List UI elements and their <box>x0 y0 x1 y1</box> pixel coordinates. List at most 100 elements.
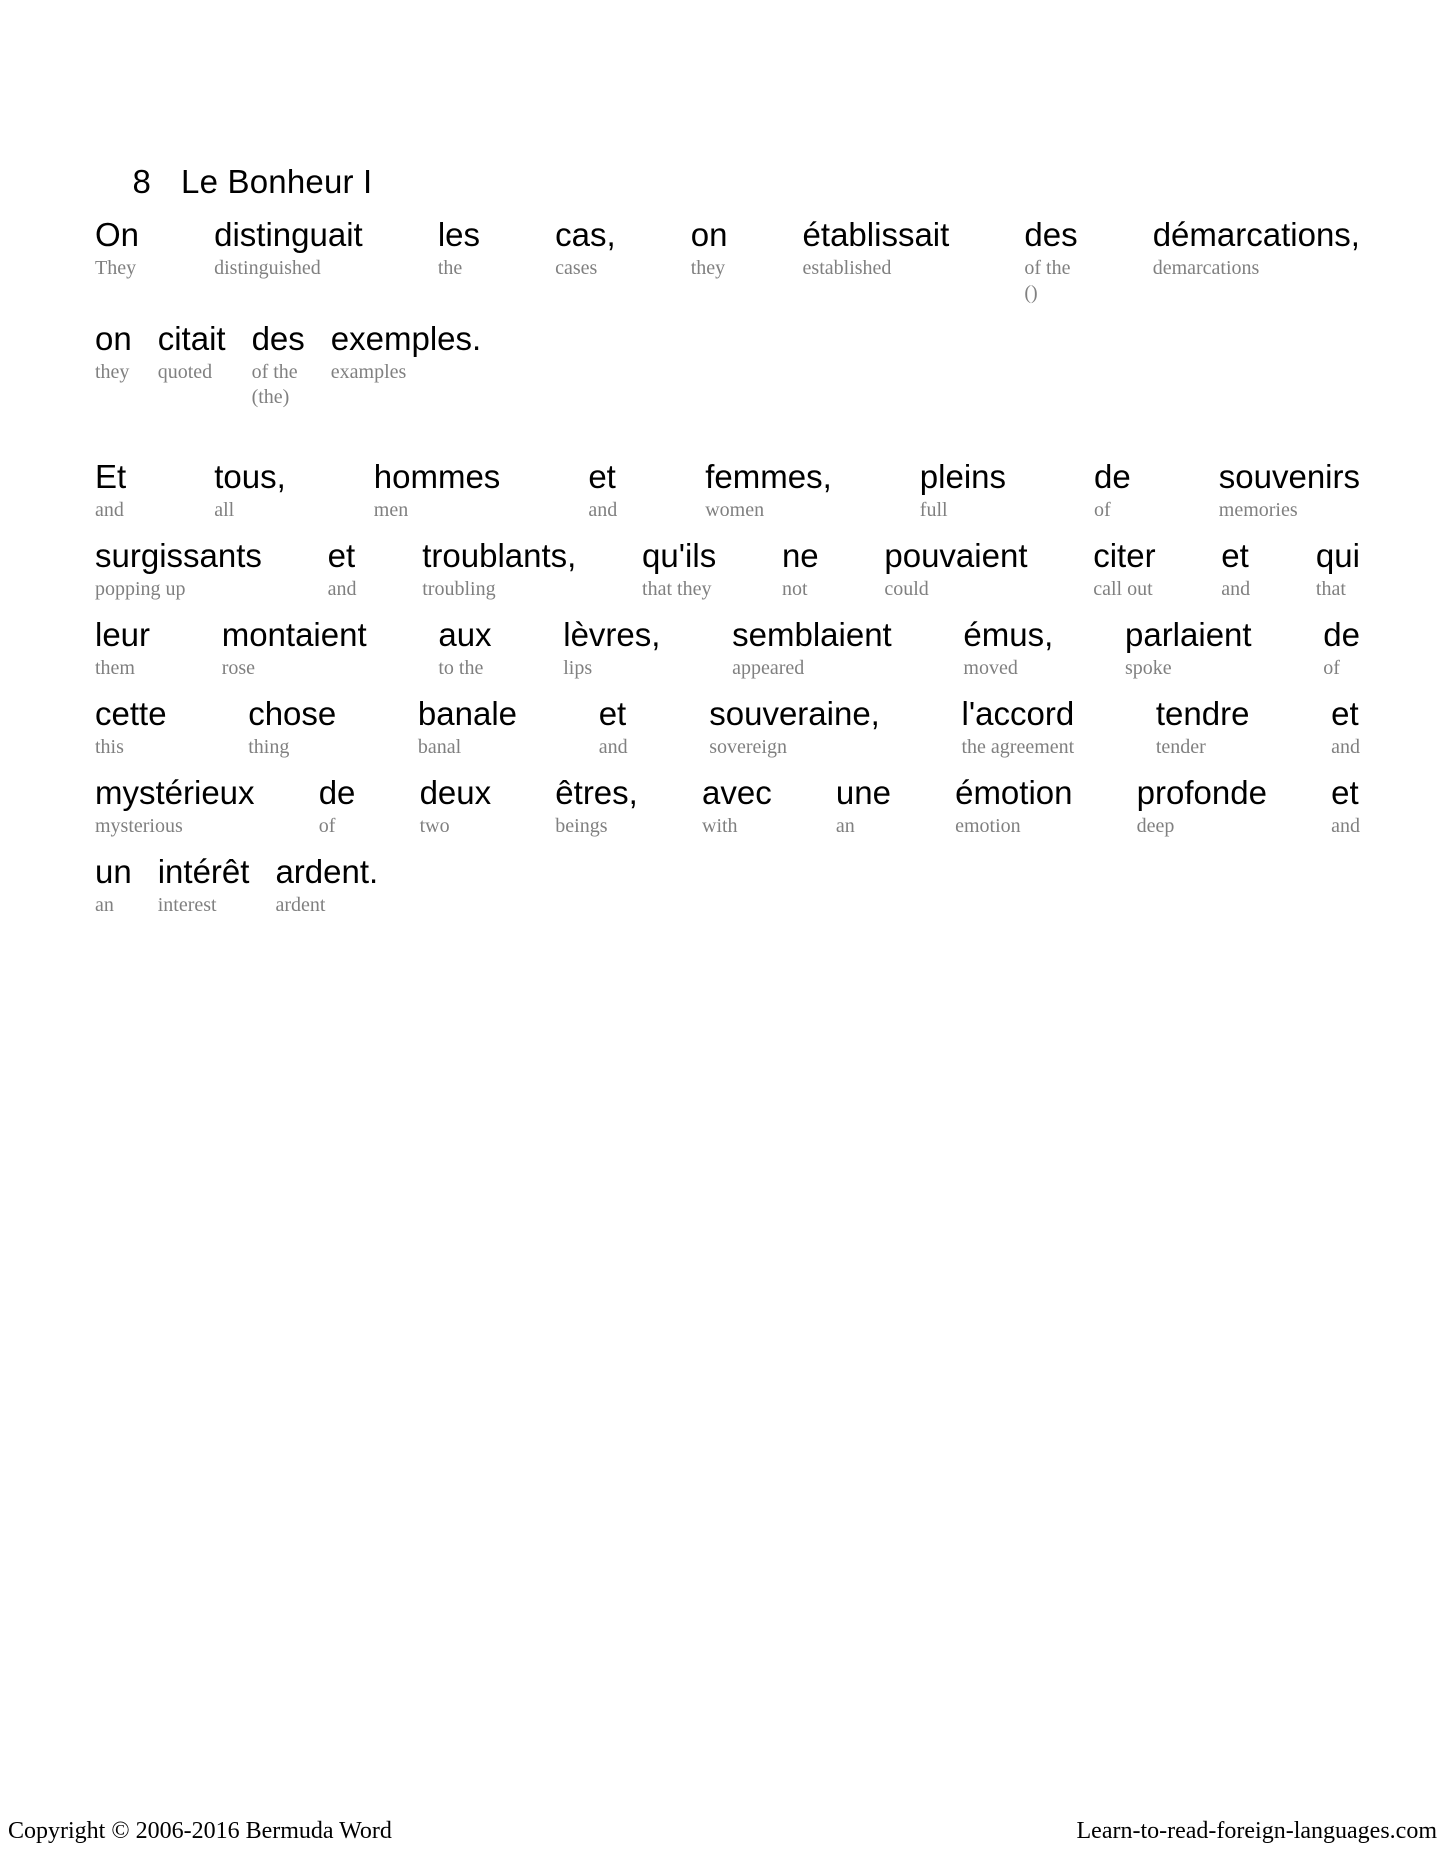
source-word: mystérieux <box>95 774 255 811</box>
source-word: qu'ils <box>642 537 717 574</box>
source-word: distinguait <box>214 216 363 253</box>
gloss-word: to the <box>438 657 484 679</box>
word-pair: tous, all <box>214 458 286 523</box>
word-pair: ardent. ardent <box>275 853 378 918</box>
source-word: troublants, <box>422 537 577 574</box>
gloss-word: that <box>1315 578 1346 600</box>
word-pair: exemples. examples <box>331 320 481 385</box>
interlinear-text-body: On They distinguait distinguished les the cas,… <box>95 216 1360 918</box>
source-word: On <box>95 216 140 253</box>
gloss-word: lips <box>563 657 593 679</box>
interlinear-line: On They distinguait distinguished les the cas,… <box>95 216 1360 306</box>
source-word: leur <box>95 616 151 653</box>
source-word: et <box>1221 537 1249 574</box>
word-pair: qu'ils that they <box>642 537 716 602</box>
gloss-word: demarcations <box>1152 257 1260 279</box>
word-pair: un an <box>95 853 132 918</box>
gloss-word: this <box>95 736 124 758</box>
gloss-word: of the <box>251 361 298 383</box>
gloss-word: two <box>419 815 450 837</box>
word-pair: établissait established <box>803 216 950 281</box>
source-word: citer <box>1093 537 1156 574</box>
source-word: semblaient <box>732 616 892 653</box>
paragraph: Et and tous, all hommes men et and femmes, women p… <box>95 458 1360 918</box>
source-word: et <box>588 458 616 495</box>
word-pair: et and <box>599 695 628 760</box>
source-word: ne <box>781 537 819 574</box>
gloss-word: of <box>1323 657 1340 679</box>
footer-website: Learn-to-read-foreign-languages.com <box>1076 1818 1437 1844</box>
gloss-word: they <box>690 257 726 279</box>
source-word: l'accord <box>961 695 1075 732</box>
source-word: établissait <box>802 216 950 253</box>
source-word: et <box>1331 774 1359 811</box>
gloss-word: They <box>95 257 137 279</box>
source-word: cette <box>95 695 167 732</box>
word-pair: citer call out <box>1093 537 1155 602</box>
source-word: des <box>251 320 305 357</box>
source-word: cas, <box>555 216 616 253</box>
word-pair: ne not <box>782 537 819 602</box>
gloss-word: of <box>1094 499 1111 521</box>
gloss-word: full <box>919 499 948 521</box>
source-word: femmes, <box>705 458 832 495</box>
source-word: lèvres, <box>563 616 661 653</box>
interlinear-line: leur them montaient rose aux to the lèvres, lip… <box>95 616 1360 681</box>
source-word: démarcations, <box>1152 216 1360 253</box>
word-pair: surgissants popping up <box>95 537 262 602</box>
word-pair: et and <box>328 537 357 602</box>
word-pair: les the <box>438 216 480 281</box>
gloss-word: and <box>1331 815 1360 837</box>
source-word: banale <box>417 695 518 732</box>
source-word: exemples. <box>330 320 482 357</box>
interlinear-line: surgissants popping up et and troublants, tro… <box>95 537 1360 602</box>
source-word: chose <box>248 695 337 732</box>
word-pair: parlaient spoke <box>1125 616 1252 681</box>
word-pair: troublants, troubling <box>422 537 576 602</box>
word-pair: profonde deep <box>1137 774 1267 839</box>
word-pair: démarcations, demarcations <box>1153 216 1360 281</box>
word-pair: montaient rose <box>222 616 367 681</box>
gloss-word: deep <box>1136 815 1175 837</box>
source-word: tendre <box>1155 695 1250 732</box>
gloss-word: mysterious <box>95 815 183 837</box>
source-word: pouvaient <box>884 537 1028 574</box>
gloss-word: of <box>318 815 336 837</box>
word-pair: on they <box>95 320 132 385</box>
word-pair: et and <box>1331 695 1360 760</box>
word-pair: cas, cases <box>555 216 616 281</box>
gloss-word: the <box>437 257 463 279</box>
gloss-word: interest <box>157 894 217 916</box>
word-pair: On They <box>95 216 139 281</box>
word-pair: des of the (the) <box>252 320 305 410</box>
source-word: émotion <box>955 774 1073 811</box>
chapter-title: Le Bonheur I <box>181 163 373 200</box>
word-pair: citait quoted <box>158 320 226 385</box>
source-word: de <box>318 774 356 811</box>
document-page: 8 Le Bonheur I On They distinguait distingui… <box>0 0 1445 1867</box>
gloss-word: distinguished <box>214 257 321 279</box>
source-word: montaient <box>221 616 367 653</box>
gloss-word: an <box>95 894 114 916</box>
paragraph: On They distinguait distinguished les the cas,… <box>95 216 1360 410</box>
gloss-word: emotion <box>955 815 1021 837</box>
source-word: ardent. <box>275 853 379 890</box>
word-pair: une an <box>836 774 891 839</box>
gloss-word: cases <box>555 257 598 279</box>
word-pair: deux two <box>420 774 492 839</box>
source-word: souvenirs <box>1218 458 1360 495</box>
source-word: on <box>95 320 132 357</box>
gloss-word: spoke <box>1124 657 1172 679</box>
gloss-word: thing <box>248 736 290 758</box>
source-word: un <box>95 853 132 890</box>
word-pair: chose thing <box>248 695 336 760</box>
source-word: intérêt <box>157 853 250 890</box>
source-word: émus, <box>963 616 1054 653</box>
word-pair: distinguait distinguished <box>214 216 363 281</box>
word-pair: avec with <box>702 774 772 839</box>
word-pair: êtres, beings <box>555 774 638 839</box>
word-pair: l'accord the agreement <box>962 695 1075 760</box>
word-pair: leur them <box>95 616 150 681</box>
gloss-word: rose <box>221 657 256 679</box>
word-pair: et and <box>588 458 617 523</box>
